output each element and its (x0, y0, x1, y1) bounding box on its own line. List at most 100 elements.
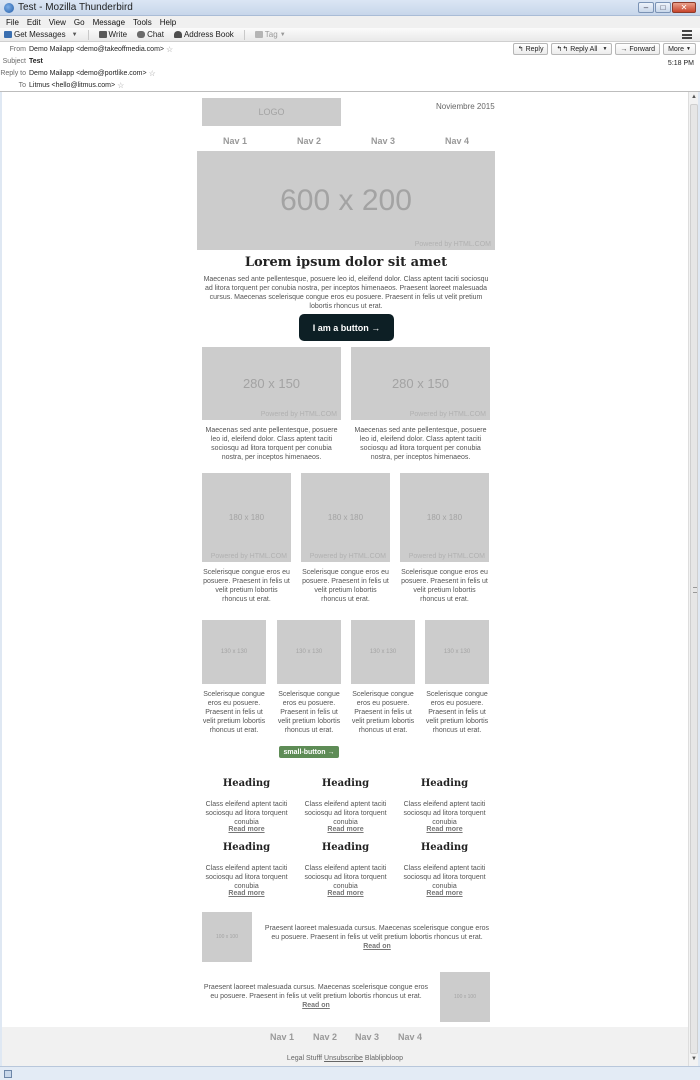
subject-label: Subject (2, 58, 26, 65)
read-more-link[interactable]: Read more (202, 889, 291, 898)
media-text-left: Praesent laoreet malesuada cursus. Maece… (202, 983, 430, 1010)
media-paragraph: Praesent laoreet malesuada cursus. Maece… (203, 984, 429, 1000)
read-more-link[interactable]: Read more (202, 825, 291, 834)
intro-paragraph: Maecenas sed ante pellentesque, posuere … (203, 276, 489, 310)
four-col-text-4: Scelerisque congue eros eu posuere. Prae… (425, 691, 489, 734)
feature-heading: Heading (222, 778, 271, 789)
reply-to-address[interactable]: Demo Mailapp <demo@portlike.com> (29, 70, 147, 77)
chat-label: Chat (147, 30, 164, 39)
chevron-down-icon[interactable]: ▼ (602, 46, 607, 52)
media-text-right: Praesent laoreet malesuada cursus. Maece… (264, 924, 490, 951)
star-icon[interactable]: ☆ (166, 45, 173, 54)
forward-icon: → (620, 45, 628, 53)
from-row: From Demo Mailapp <demo@takeoffmedia.com… (0, 44, 174, 55)
from-address[interactable]: Demo Mailapp <demo@takeoffmedia.com> (29, 46, 164, 53)
nav-link-2[interactable]: Nav 2 (297, 136, 321, 146)
feature-text: Class eleifend aptent taciti sociosqu ad… (205, 865, 288, 890)
nav-link-3[interactable]: Nav 3 (371, 136, 395, 146)
get-messages-button[interactable]: Get Messages ▼ (4, 30, 78, 39)
menu-edit[interactable]: Edit (27, 18, 41, 27)
chevron-down-icon: ▼ (279, 31, 286, 38)
forward-button[interactable]: → Forward (615, 43, 661, 55)
cta-button[interactable]: I am a button → (299, 314, 394, 341)
read-on-link[interactable]: Read on (302, 1002, 330, 1009)
write-button[interactable]: Write (98, 30, 127, 39)
chevron-down-icon: ▼ (686, 46, 691, 52)
read-more-link[interactable]: Read more (301, 825, 390, 834)
nav-link-4[interactable]: Nav 4 (445, 136, 469, 146)
reply-to-label: Reply to (0, 70, 26, 77)
read-on-link[interactable]: Read on (363, 943, 391, 950)
image-label: 130 x 130 (220, 649, 248, 655)
legal-text: Legal Stufff (286, 1055, 323, 1062)
star-icon[interactable]: ☆ (117, 81, 124, 90)
scroll-up-icon[interactable]: ▲ (690, 94, 698, 102)
small-button[interactable]: small-button → (279, 746, 339, 758)
four-col-text-2: Scelerisque congue eros eu posuere. Prae… (277, 691, 341, 734)
two-col-text-1: Maecenas sed ante pellentesque, posuere … (205, 427, 338, 461)
from-label: From (9, 46, 26, 53)
activity-icon[interactable] (4, 1070, 12, 1078)
feature-text: Class eleifend aptent taciti sociosqu ad… (304, 865, 387, 890)
read-more-link[interactable]: Read more (400, 825, 489, 834)
four-col-text-3: Scelerisque congue eros eu posuere. Prae… (351, 691, 415, 734)
footer-nav-link-2[interactable]: Nav 2 (313, 1032, 337, 1042)
footer-legal: Legal Stufff Unsubscribe Blablipbloop (2, 1055, 688, 1062)
image-label: 280 x 150 (242, 376, 301, 391)
image-label: 130 x 130 (443, 649, 471, 655)
star-icon[interactable]: ☆ (149, 69, 156, 78)
chevron-down-icon[interactable]: ▼ (72, 32, 78, 38)
to-label: To (18, 82, 26, 89)
menu-message[interactable]: Message (93, 18, 125, 27)
three-col-text-2: Scelerisque congue eros eu posuere. Prae… (302, 569, 389, 603)
four-col-text-1: Scelerisque congue eros eu posuere. Prae… (202, 691, 266, 734)
feature-text: Class eleifend aptent taciti sociosqu ad… (403, 801, 486, 826)
image-credit: Powered by HTML.COM (309, 553, 386, 560)
two-col-image-2: 280 x 150 Powered by HTML.COM (351, 347, 490, 420)
newsletter-date: Noviembre 2015 (436, 102, 495, 111)
close-button[interactable]: ✕ (672, 2, 696, 13)
more-button[interactable]: More ▼ (663, 43, 696, 55)
address-book-button[interactable]: Address Book (173, 30, 234, 39)
app-menu-icon[interactable] (682, 30, 692, 39)
pencil-icon (98, 31, 107, 38)
read-more-link[interactable]: Read more (301, 889, 390, 898)
maximize-button[interactable]: □ (655, 2, 671, 13)
three-col-image-3: 180 x 180 Powered by HTML.COM (400, 473, 489, 562)
nav-link-1[interactable]: Nav 1 (223, 136, 247, 146)
menu-go[interactable]: Go (74, 18, 85, 27)
tag-label: Tag (264, 30, 278, 39)
tag-button[interactable]: Tag ▼ (254, 30, 286, 39)
footer-nav-link-3[interactable]: Nav 3 (355, 1032, 379, 1042)
to-address[interactable]: Litmus <hello@litmus.com> (29, 82, 115, 89)
reply-all-button[interactable]: ↰↰ Reply All ▼ (551, 43, 613, 55)
image-label: 180 x 180 (228, 513, 265, 522)
menu-help[interactable]: Help (160, 18, 176, 27)
window-title: Test - Mozilla Thunderbird (18, 2, 133, 13)
read-more-link[interactable]: Read more (400, 889, 489, 898)
media-paragraph: Praesent laoreet malesuada cursus. Maece… (264, 925, 490, 941)
footer-nav-link-4[interactable]: Nav 4 (398, 1032, 422, 1042)
feature-heading: Heading (321, 778, 370, 789)
feature-heading: Heading (420, 842, 469, 853)
chat-button[interactable]: Chat (137, 30, 164, 39)
unsubscribe-link[interactable]: Unsubscribe (324, 1055, 363, 1062)
image-label: 280 x 150 (391, 376, 450, 391)
tag-icon (254, 31, 263, 38)
three-col-image-2: 180 x 180 Powered by HTML.COM (301, 473, 390, 562)
menu-view[interactable]: View (49, 18, 66, 27)
footer-nav-link-1[interactable]: Nav 1 (270, 1032, 294, 1042)
reply-button[interactable]: ↰ Reply (512, 43, 549, 55)
scrollbar-thumb[interactable] (690, 104, 698, 1054)
scroll-down-icon[interactable]: ▼ (690, 1056, 698, 1064)
menu-file[interactable]: File (6, 18, 19, 27)
minimize-button[interactable]: – (638, 2, 654, 13)
hero-image-credit: Powered by HTML.COM (414, 241, 491, 248)
status-bar (0, 1066, 700, 1080)
subject-value: Test (29, 58, 43, 65)
reply-label: Reply (525, 45, 544, 53)
menu-tools[interactable]: Tools (133, 18, 152, 27)
vertical-scrollbar[interactable]: ▲ ▼ (688, 92, 698, 1066)
window-controls: – □ ✕ (638, 2, 696, 13)
chat-bubble-icon (137, 31, 146, 38)
